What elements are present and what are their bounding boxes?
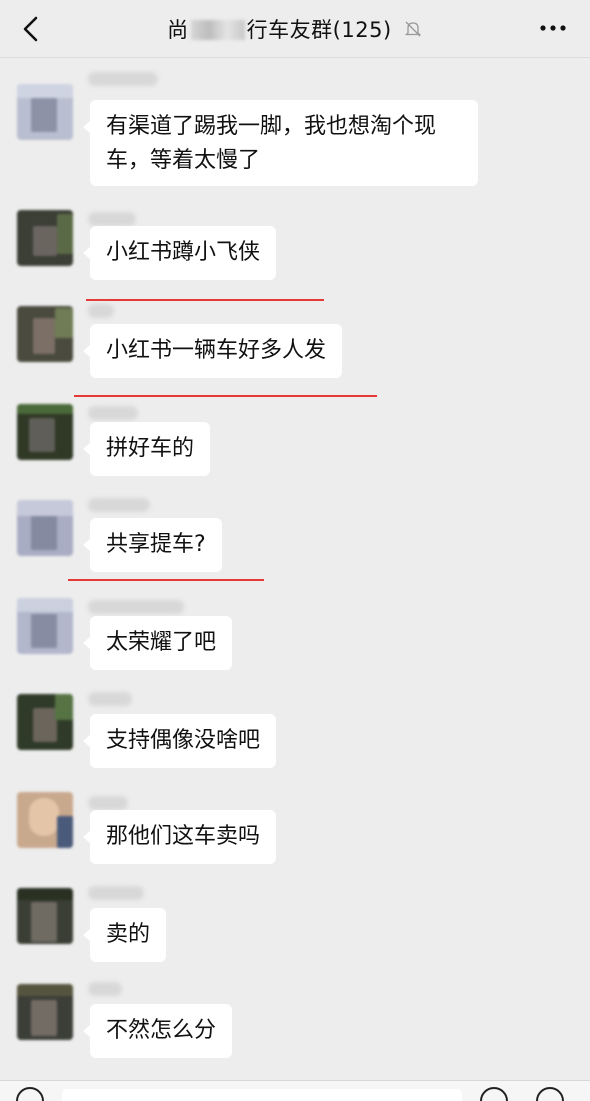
avatar[interactable]: [17, 888, 73, 944]
message-bubble[interactable]: 拼好车的: [82, 422, 211, 476]
nickname-redacted: [88, 304, 114, 318]
chat-screen: 尚 行车友群(125) 有渠道了踢我一脚，我也想淘个现 车，等着太慢了 小红书蹲小…: [0, 0, 590, 1101]
plus-icon[interactable]: [536, 1087, 564, 1101]
voice-icon[interactable]: [16, 1087, 44, 1101]
more-horizontal-icon[interactable]: [538, 16, 568, 40]
message-bubble[interactable]: 共享提车?: [83, 518, 222, 572]
chat-title-prefix: 尚: [167, 18, 189, 42]
message-text: 共享提车?: [106, 532, 206, 557]
nickname-redacted: [88, 796, 128, 810]
nickname-redacted: [88, 982, 122, 996]
avatar[interactable]: [17, 210, 73, 266]
emoji-icon[interactable]: [480, 1087, 508, 1101]
message-bubble[interactable]: 卖的: [82, 908, 167, 962]
message-text: 不然怎么分: [106, 1018, 217, 1043]
message-bubble[interactable]: 小红书蹲小飞侠: [82, 226, 277, 280]
title-redaction: [190, 20, 245, 40]
message-text: 支持偶像没啥吧: [106, 728, 261, 753]
avatar[interactable]: [17, 792, 73, 848]
message-text: 卖的: [106, 922, 151, 947]
nickname-redacted: [88, 406, 138, 420]
message-input[interactable]: [62, 1089, 462, 1101]
message-text: 拼好车的: [106, 436, 195, 461]
chat-header: 尚 行车友群(125): [0, 0, 590, 58]
message-bubble[interactable]: 支持偶像没啥吧: [82, 714, 277, 768]
nickname-redacted: [88, 886, 144, 900]
avatar[interactable]: [17, 694, 73, 750]
avatar[interactable]: [17, 404, 73, 460]
chat-title: 尚 行车友群(125): [0, 14, 590, 44]
annotation-underline: [86, 299, 324, 301]
message-bubble[interactable]: 有渠道了踢我一脚，我也想淘个现 车，等着太慢了: [83, 100, 478, 186]
avatar[interactable]: [17, 598, 73, 654]
avatar[interactable]: [17, 306, 73, 362]
bell-off-icon: [404, 21, 421, 37]
nickname-redacted: [88, 692, 132, 706]
nickname-redacted: [88, 600, 184, 614]
message-bubble[interactable]: 太荣耀了吧: [82, 616, 233, 670]
nickname-redacted: [88, 212, 136, 226]
message-bubble[interactable]: 小红书一辆车好多人发: [82, 324, 343, 378]
avatar[interactable]: [17, 984, 73, 1040]
annotation-underline: [74, 395, 377, 397]
chat-input-bar: [0, 1080, 590, 1101]
nickname-redacted: [88, 498, 150, 512]
message-bubble[interactable]: 不然怎么分: [82, 1004, 233, 1058]
message-text: 那他们这车卖吗: [106, 824, 261, 849]
annotation-underline: [68, 579, 264, 581]
message-text-line: 车，等着太慢了: [106, 148, 261, 173]
message-text: 小红书一辆车好多人发: [106, 338, 327, 363]
avatar[interactable]: [17, 500, 73, 556]
message-text: 太荣耀了吧: [106, 630, 217, 655]
message-text: 小红书蹲小飞侠: [106, 240, 261, 265]
avatar[interactable]: [17, 84, 73, 140]
message-text-line: 有渠道了踢我一脚，我也想淘个现: [106, 114, 437, 139]
message-bubble[interactable]: 那他们这车卖吗: [82, 810, 277, 864]
chat-title-suffix: 行车友群(125): [246, 18, 392, 42]
nickname-redacted: [88, 72, 158, 86]
